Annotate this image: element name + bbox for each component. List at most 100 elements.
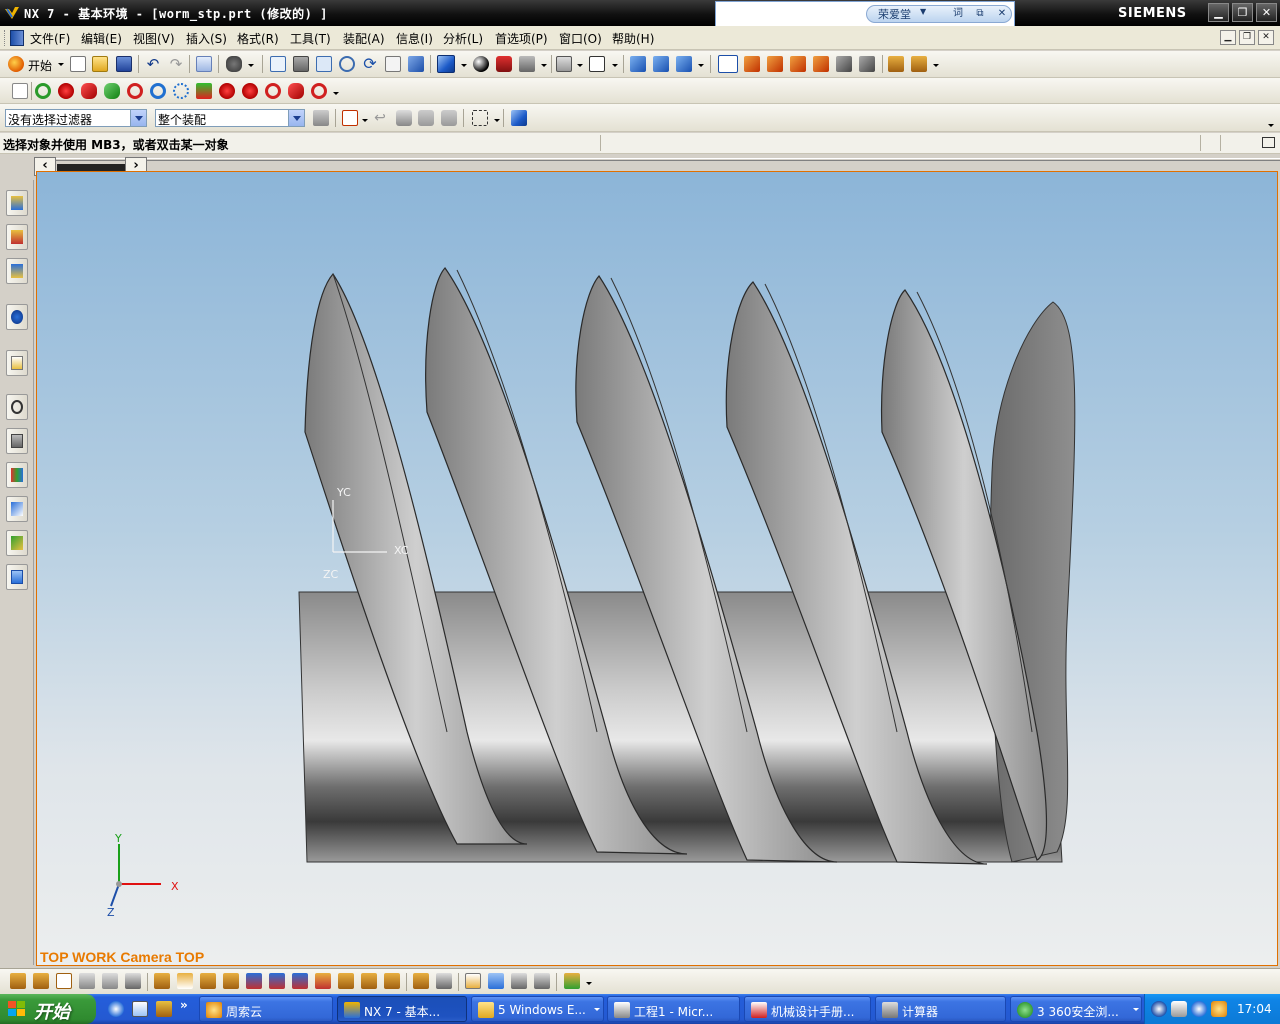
pad-icon[interactable] bbox=[127, 83, 143, 99]
curve-icon[interactable] bbox=[33, 973, 49, 989]
task-button-active[interactable]: NX 7 - 基本... bbox=[337, 996, 467, 1022]
studio-render-icon[interactable] bbox=[496, 56, 512, 72]
graphics-window[interactable]: XC YC ZC Y X Z TOP WORK Camera TOP bbox=[36, 171, 1278, 966]
reset-filter-icon[interactable] bbox=[313, 110, 329, 126]
draft-icon[interactable] bbox=[288, 83, 304, 99]
shell-icon[interactable] bbox=[265, 83, 281, 99]
pan-icon[interactable] bbox=[385, 56, 401, 72]
select-pointer-icon[interactable] bbox=[718, 55, 738, 73]
sketch-curve-icon[interactable] bbox=[10, 973, 26, 989]
undo-selection-icon[interactable]: ↩ bbox=[372, 110, 388, 126]
volume-tray-icon[interactable] bbox=[1171, 1001, 1187, 1017]
snap-intersection-icon[interactable] bbox=[859, 56, 875, 72]
restore-button[interactable]: ❐ bbox=[1232, 3, 1253, 22]
start-menu-button[interactable]: 开始 bbox=[8, 55, 64, 73]
snap-point-icon[interactable] bbox=[836, 56, 852, 72]
menu-analysis[interactable]: 分析(L) bbox=[443, 30, 483, 47]
dictionary-close-button[interactable]: ✕ bbox=[992, 6, 1012, 21]
background-icon[interactable] bbox=[556, 56, 572, 72]
edge-blend-icon[interactable] bbox=[219, 83, 235, 99]
chevron-down-icon[interactable] bbox=[58, 63, 64, 66]
analysis-icon[interactable] bbox=[564, 973, 580, 989]
fit-view-icon[interactable] bbox=[270, 56, 286, 72]
offset-curve-icon[interactable] bbox=[200, 973, 216, 989]
add-component-icon[interactable] bbox=[653, 56, 669, 72]
new-file-icon[interactable] bbox=[70, 56, 86, 72]
boss-icon[interactable] bbox=[81, 83, 97, 99]
taskbar-clock[interactable]: 17:04 bbox=[1237, 1002, 1272, 1016]
circle-green-icon[interactable] bbox=[35, 83, 51, 99]
task-button[interactable]: 周索云 bbox=[199, 996, 333, 1022]
redo-icon[interactable]: ↷ bbox=[168, 56, 184, 72]
snap-point-menu-icon[interactable] bbox=[342, 110, 358, 126]
chevron-down-icon[interactable] bbox=[612, 64, 618, 67]
rotate-icon[interactable]: ⟳ bbox=[362, 56, 378, 72]
zoom-area-icon[interactable] bbox=[293, 56, 309, 72]
document-restore-button[interactable]: ❐ bbox=[1239, 30, 1255, 45]
selection-scope-combo[interactable]: 整个装配 bbox=[155, 109, 305, 127]
quicklaunch-more-icon[interactable]: » bbox=[180, 998, 188, 1012]
menu-information[interactable]: 信息(I) bbox=[396, 30, 433, 47]
document-menu-icon[interactable] bbox=[10, 30, 24, 46]
chevron-down-icon[interactable] bbox=[130, 110, 146, 126]
snap-endpoint-icon[interactable] bbox=[744, 56, 760, 72]
menu-insert[interactable]: 插入(S) bbox=[186, 30, 227, 47]
select-face-icon[interactable] bbox=[441, 110, 457, 126]
view-layout-icon[interactable] bbox=[488, 973, 504, 989]
isoparametric-icon[interactable] bbox=[413, 973, 429, 989]
manufacturing-wizards-tab[interactable] bbox=[6, 496, 28, 522]
toolbar-options-icon[interactable] bbox=[1268, 124, 1274, 127]
app-quicklaunch-icon[interactable] bbox=[156, 1001, 172, 1017]
trim-body-icon[interactable] bbox=[311, 83, 327, 99]
system-materials-tab[interactable] bbox=[6, 428, 28, 454]
close-button[interactable]: ✕ bbox=[1256, 3, 1277, 22]
chevron-down-icon[interactable] bbox=[461, 64, 467, 67]
material-sphere-icon[interactable] bbox=[473, 56, 489, 72]
object-display-icon[interactable] bbox=[511, 973, 527, 989]
chamfer-icon[interactable] bbox=[242, 83, 258, 99]
extend-curve-icon[interactable] bbox=[269, 973, 285, 989]
roles-tab[interactable] bbox=[6, 530, 28, 556]
process-studio-tab[interactable] bbox=[6, 462, 28, 488]
open-folder-icon[interactable] bbox=[92, 56, 108, 72]
groove-icon[interactable] bbox=[173, 83, 189, 99]
task-button[interactable]: 计算器 bbox=[875, 996, 1006, 1022]
snap-center-icon[interactable] bbox=[790, 56, 806, 72]
history-tab[interactable] bbox=[6, 394, 28, 420]
shaded-edges-icon[interactable] bbox=[519, 56, 535, 72]
windows-start-button[interactable]: 开始 bbox=[0, 994, 96, 1024]
reuse-library-tab[interactable] bbox=[6, 304, 28, 330]
zoom-icon[interactable] bbox=[316, 56, 332, 72]
rectangle-select-icon[interactable] bbox=[472, 110, 488, 126]
chevron-down-icon[interactable] bbox=[494, 119, 500, 122]
document-minimize-button[interactable]: ▁ bbox=[1220, 30, 1236, 45]
assembly-navigator-icon[interactable] bbox=[630, 56, 646, 72]
web-browser-tab[interactable] bbox=[6, 350, 28, 376]
select-component-icon[interactable] bbox=[511, 110, 527, 126]
chevron-down-icon[interactable] bbox=[577, 64, 583, 67]
part-navigator-tab[interactable] bbox=[6, 258, 28, 284]
measure-distance-icon[interactable] bbox=[888, 56, 904, 72]
qq-tray-icon[interactable] bbox=[1211, 1001, 1227, 1017]
assembly-navigator-tab[interactable] bbox=[6, 190, 28, 216]
edit-curve-icon[interactable] bbox=[436, 973, 452, 989]
dictionary-copy-button[interactable]: ⧉ bbox=[970, 6, 990, 21]
task-button[interactable]: 机械设计手册... bbox=[744, 996, 871, 1022]
layer-icon[interactable] bbox=[589, 56, 605, 72]
point-icon[interactable] bbox=[154, 973, 170, 989]
thread-icon[interactable] bbox=[196, 83, 212, 99]
chevron-down-icon[interactable] bbox=[541, 64, 547, 67]
shaded-cube-icon[interactable] bbox=[437, 55, 455, 73]
chevron-down-icon[interactable] bbox=[333, 92, 339, 95]
expression-icon[interactable] bbox=[465, 973, 481, 989]
menu-view[interactable]: 视图(V) bbox=[133, 30, 175, 47]
show-hidden-icons-icon[interactable] bbox=[1191, 1001, 1207, 1017]
cut-icon[interactable] bbox=[196, 56, 212, 72]
spline-icon[interactable] bbox=[125, 973, 141, 989]
dictionary-lookup-button[interactable]: 词 bbox=[948, 6, 968, 21]
task-button[interactable]: 工程1 - Micr... bbox=[607, 996, 740, 1022]
intersect-curve-icon[interactable] bbox=[361, 973, 377, 989]
rectangle-icon[interactable] bbox=[56, 973, 72, 989]
section-curve-icon[interactable] bbox=[384, 973, 400, 989]
show-hide-icon[interactable] bbox=[534, 973, 550, 989]
